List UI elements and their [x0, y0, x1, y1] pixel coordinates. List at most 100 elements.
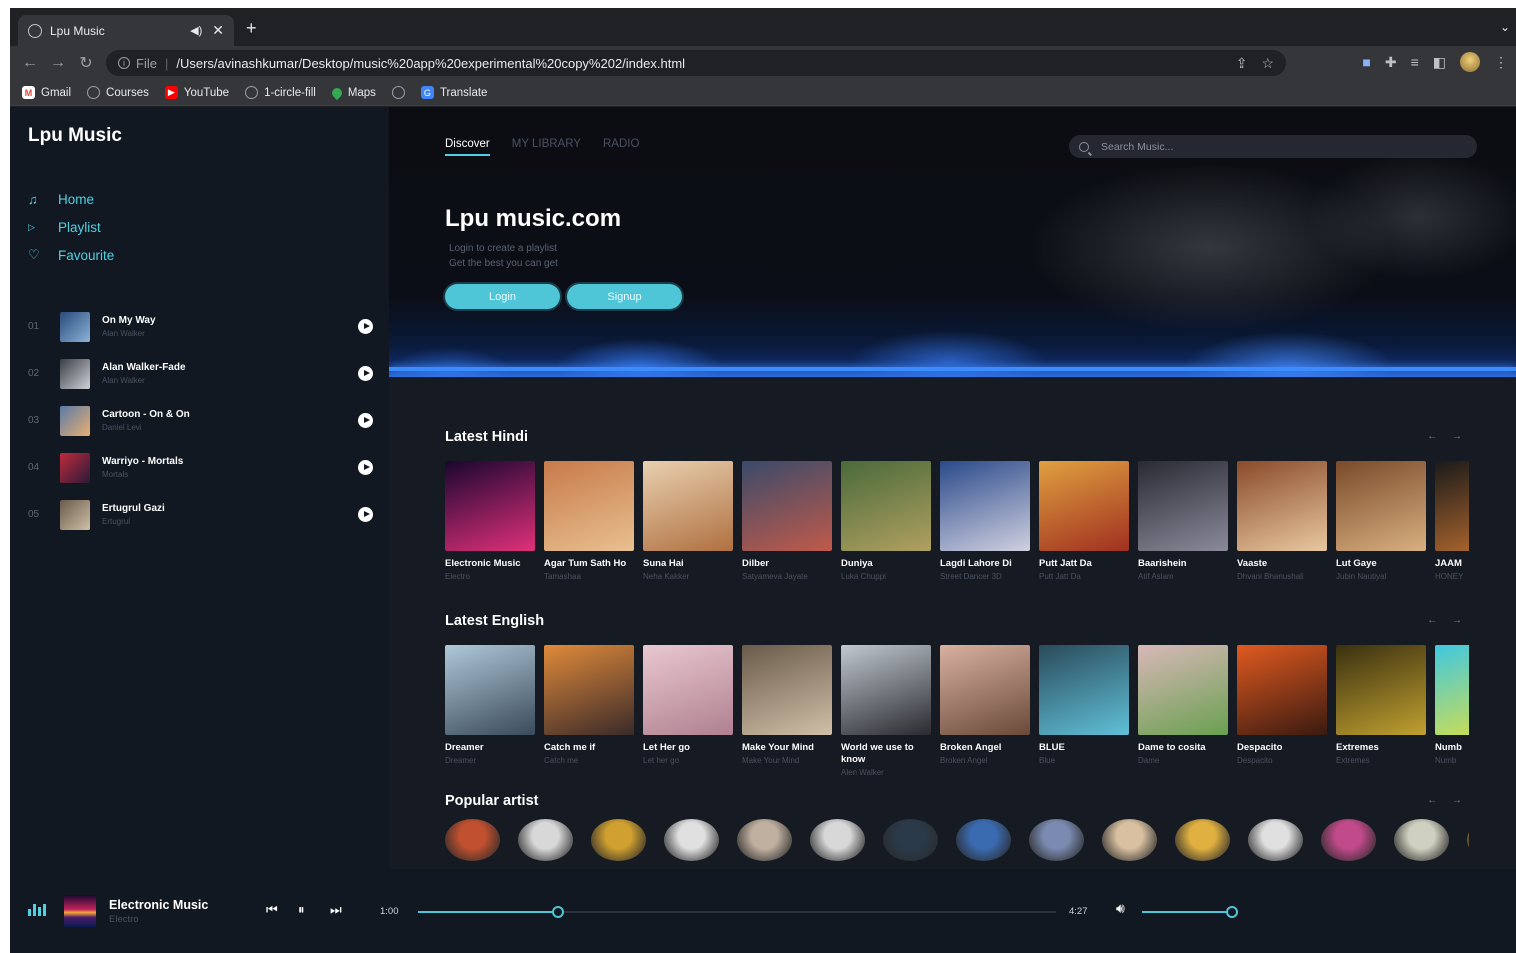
- song-title: Duniya: [841, 558, 873, 569]
- url-field[interactable]: i File | /Users/avinashkumar/Desktop/mus…: [106, 50, 1286, 76]
- carousel-arrows[interactable]: ← →: [1427, 615, 1468, 626]
- bookmark-star-icon[interactable]: ☆: [1261, 55, 1274, 72]
- search-input[interactable]: [1101, 140, 1451, 153]
- song-card[interactable]: Vaaste Dhvani Bhanushali: [1237, 461, 1327, 581]
- previous-icon[interactable]: ⏮: [266, 902, 278, 918]
- song-card[interactable]: Dame to cosita Dame: [1138, 645, 1228, 777]
- back-icon[interactable]: ←: [16, 54, 44, 72]
- artist-avatar[interactable]: [1394, 819, 1449, 861]
- song-card[interactable]: Numb Numb: [1435, 645, 1469, 777]
- song-card[interactable]: Electronic Music Electro: [445, 461, 535, 581]
- song-card[interactable]: World we use to know Alen Walker: [841, 645, 931, 777]
- song-card[interactable]: Despacito Despacito: [1237, 645, 1327, 777]
- play-circle-icon[interactable]: [358, 366, 373, 381]
- bookmark-item[interactable]: [391, 86, 405, 99]
- playlist-row[interactable]: 03 Cartoon - On & On Daniel Levi: [28, 397, 373, 444]
- artist-avatar[interactable]: [956, 819, 1011, 861]
- bookmarks-bar: M Gmail Courses ▶ YouTube 1-circle-fill Maps G T…: [10, 80, 1516, 106]
- tab-search-icon[interactable]: ⌄: [1500, 20, 1510, 34]
- play-circle-icon[interactable]: [358, 319, 373, 334]
- bookmark-item[interactable]: 1-circle-fill: [245, 86, 316, 99]
- new-tab-button[interactable]: +: [246, 18, 257, 39]
- bookmark-item[interactable]: Maps: [329, 85, 376, 100]
- signup-button[interactable]: Signup: [567, 284, 682, 309]
- browser-tab[interactable]: Lpu Music ◀) ✕: [18, 15, 234, 46]
- bookmark-label: Gmail: [41, 86, 72, 99]
- forward-icon[interactable]: →: [44, 54, 72, 72]
- hero-line-2: Get the best you can get: [449, 258, 558, 269]
- artist-avatar[interactable]: [591, 819, 646, 861]
- song-card[interactable]: Dreamer Dreamer: [445, 645, 535, 777]
- login-button[interactable]: Login: [445, 284, 560, 309]
- sidebar-item-home[interactable]: ♫ Home: [28, 185, 114, 213]
- playlist-row[interactable]: 04 Warriyo - Mortals Mortals: [28, 444, 373, 491]
- song-card[interactable]: Duniya Luka Chuppi: [841, 461, 931, 581]
- pause-icon[interactable]: ⏸: [298, 902, 305, 918]
- song-card[interactable]: BLUE Blue: [1039, 645, 1129, 777]
- side-panel-icon[interactable]: ◧: [1433, 54, 1446, 71]
- volume-handle[interactable]: [1226, 906, 1239, 918]
- extension-icon[interactable]: ■: [1362, 54, 1370, 70]
- share-icon[interactable]: ⇪: [1236, 55, 1248, 72]
- playlist-row[interactable]: 01 On My Way Alan Walker: [28, 303, 373, 350]
- puzzle-icon[interactable]: ✚: [1385, 54, 1397, 71]
- artist-avatar[interactable]: [1467, 819, 1469, 861]
- song-card[interactable]: Let Her go Let her go: [643, 645, 733, 777]
- reload-icon[interactable]: ↻: [72, 53, 100, 73]
- song-card[interactable]: Agar Tum Sath Ho Tamashaa: [544, 461, 634, 581]
- play-circle-icon[interactable]: [358, 507, 373, 522]
- sidebar-item-playlist[interactable]: ▷ Playlist: [28, 213, 114, 241]
- tab-radio[interactable]: RADIO: [603, 138, 639, 156]
- song-card[interactable]: Lut Gaye Jubin Nautiyal: [1336, 461, 1426, 581]
- bookmark-item[interactable]: M Gmail: [22, 86, 71, 99]
- bookmark-item[interactable]: Courses: [87, 86, 149, 99]
- tab-discover[interactable]: Discover: [445, 138, 490, 156]
- song-card[interactable]: Broken Angel Broken Angel: [940, 645, 1030, 777]
- reading-list-icon[interactable]: ≡: [1411, 54, 1419, 70]
- bookmark-item[interactable]: ▶ YouTube: [164, 86, 229, 99]
- song-card[interactable]: Baarishein Atif Aslam: [1138, 461, 1228, 581]
- sidebar-item-favourite[interactable]: ♡ Favourite: [28, 241, 114, 269]
- next-icon[interactable]: ⏭: [330, 902, 342, 918]
- song-card[interactable]: Extremes Extremes: [1336, 645, 1426, 777]
- song-card[interactable]: Make Your Mind Make Your Mind: [742, 645, 832, 777]
- artist-avatar[interactable]: [518, 819, 573, 861]
- play-circle-icon[interactable]: [358, 460, 373, 475]
- artist-avatar[interactable]: [883, 819, 938, 861]
- song-card[interactable]: Lagdi Lahore Di Street Dancer 3D: [940, 461, 1030, 581]
- track-cover: [60, 311, 90, 342]
- song-card[interactable]: Putt Jatt Da Putt Jatt Da: [1039, 461, 1129, 581]
- progress-handle[interactable]: [552, 906, 565, 918]
- artist-avatar[interactable]: [810, 819, 865, 861]
- playlist-row[interactable]: 05 Ertugrul Gazi Ertugrul: [28, 491, 373, 538]
- song-card[interactable]: Dilber Satyameva Jayate: [742, 461, 832, 581]
- carousel-arrows[interactable]: ← →: [1427, 431, 1468, 442]
- artist-avatar[interactable]: [1029, 819, 1084, 861]
- progress-slider[interactable]: [418, 906, 1056, 918]
- song-subtitle: Jubin Nautiyal: [1336, 572, 1387, 581]
- tab-my-library[interactable]: MY LIBRARY: [512, 138, 581, 156]
- artist-avatar[interactable]: [664, 819, 719, 861]
- artist-avatar[interactable]: [1102, 819, 1157, 861]
- carousel-arrows[interactable]: ← →: [1427, 795, 1468, 806]
- artist-avatar[interactable]: [737, 819, 792, 861]
- song-subtitle: Blue: [1039, 756, 1056, 765]
- menu-icon[interactable]: ⋮: [1494, 54, 1508, 71]
- speaker-icon[interactable]: ◀): [190, 24, 202, 37]
- song-card[interactable]: JAAM HONEY: [1435, 461, 1469, 581]
- artist-avatar[interactable]: [1321, 819, 1376, 861]
- song-card[interactable]: Suna Hai Neha Kakker: [643, 461, 733, 581]
- info-icon[interactable]: i: [118, 57, 130, 69]
- artist-avatar[interactable]: [445, 819, 500, 861]
- song-cover: [1138, 461, 1228, 551]
- playlist-row[interactable]: 02 Alan Walker-Fade Alan Walker: [28, 350, 373, 397]
- volume-slider[interactable]: [1142, 906, 1239, 918]
- bookmark-item[interactable]: G Translate: [420, 86, 487, 99]
- play-circle-icon[interactable]: [358, 413, 373, 428]
- close-tab-icon[interactable]: ✕: [212, 22, 224, 39]
- artist-avatar[interactable]: [1248, 819, 1303, 861]
- profile-avatar[interactable]: [1460, 52, 1480, 72]
- volume-icon[interactable]: 🔊︎: [1116, 900, 1125, 917]
- artist-avatar[interactable]: [1175, 819, 1230, 861]
- song-card[interactable]: Catch me if Catch me: [544, 645, 634, 777]
